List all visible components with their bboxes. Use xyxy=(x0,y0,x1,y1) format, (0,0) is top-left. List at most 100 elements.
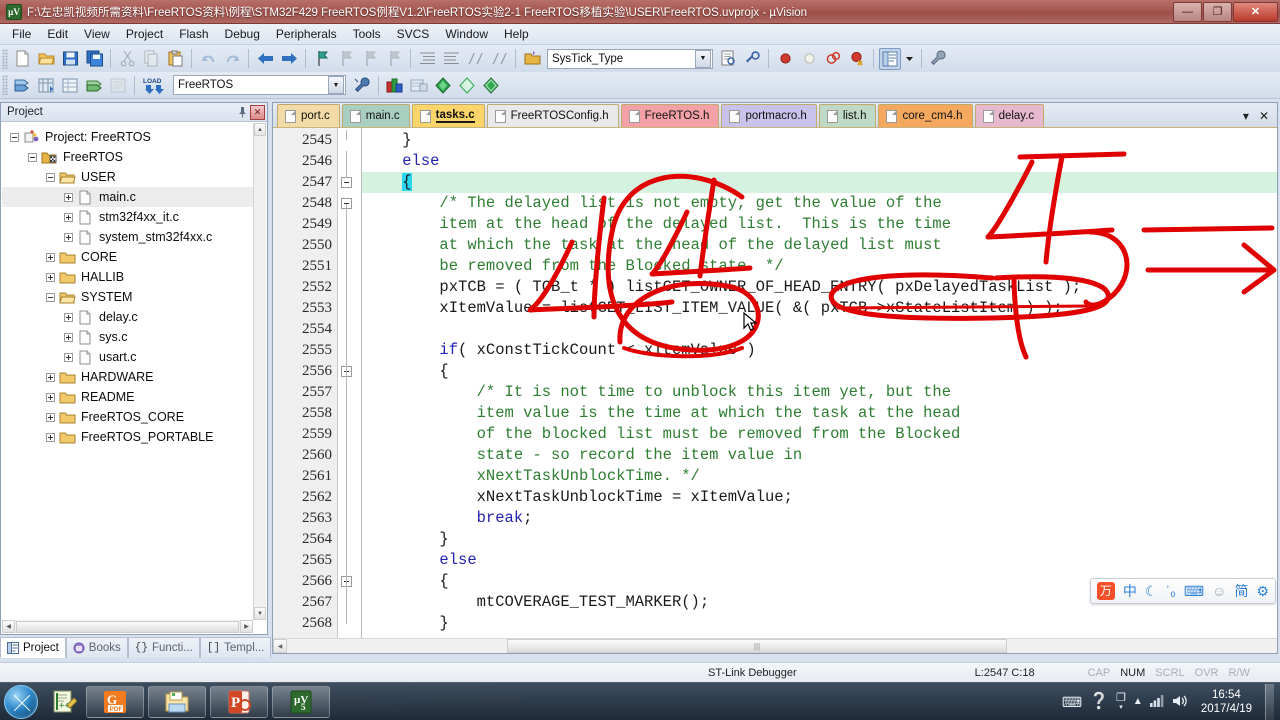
find-in-file-icon[interactable] xyxy=(717,48,739,70)
code-line[interactable]: at which the task at the head of the del… xyxy=(365,235,941,256)
close-button[interactable]: ✕ xyxy=(1233,1,1278,22)
taskbar-notepadpp[interactable]: ++ xyxy=(46,686,82,718)
tree-item-main-c[interactable]: main.c xyxy=(2,187,253,207)
expand-icon[interactable] xyxy=(64,232,73,242)
code-line[interactable]: { xyxy=(365,361,448,382)
hscroll-thumb[interactable]: ||| xyxy=(507,639,1007,653)
toolbar-grip[interactable] xyxy=(2,75,8,95)
show-hidden-icon[interactable]: ▲ xyxy=(1133,696,1143,707)
indent-icon[interactable] xyxy=(416,48,438,70)
code-line[interactable]: { xyxy=(365,571,448,592)
toolbar-grip[interactable] xyxy=(2,48,8,69)
bookmark-clear-icon[interactable] xyxy=(383,48,405,70)
comment-icon[interactable]: // xyxy=(464,48,486,70)
editor-tab-list-h[interactable]: list.h xyxy=(818,104,877,127)
new-file-icon[interactable] xyxy=(11,48,33,70)
voice-icon[interactable]: ʾ₀ xyxy=(1165,584,1175,598)
expand-icon[interactable] xyxy=(64,212,73,222)
taskbar-foxit-pdf[interactable]: G PDF xyxy=(86,685,144,718)
tree-item-hallib[interactable]: HALLIB xyxy=(2,267,253,287)
panel-tab-project[interactable]: Project xyxy=(0,637,66,658)
panel-tab-templates[interactable]: [] Templ... xyxy=(199,637,272,658)
collapse-icon[interactable] xyxy=(28,152,37,162)
ime-toolbar[interactable]: 万 中 ☾ ʾ₀ ⌨ ☺ 简 ⚙ xyxy=(1090,578,1276,604)
code-line[interactable]: if( xConstTickCount < xItemValue ) xyxy=(365,340,755,361)
disable-breakpoint-icon[interactable] xyxy=(822,48,844,70)
help-icon[interactable]: ❔ xyxy=(1089,693,1109,710)
tree-item-project-freertos[interactable]: Project: FreeRTOS xyxy=(2,127,253,147)
user-icon[interactable]: ☺ xyxy=(1212,584,1226,598)
code-folding-bar[interactable] xyxy=(338,128,362,638)
volume-icon[interactable] xyxy=(1172,694,1188,710)
tree-item-stm32f4xx-it-c[interactable]: stm32f4xx_it.c xyxy=(2,207,253,227)
menu-item-tools[interactable]: Tools xyxy=(345,25,389,43)
target-options-icon[interactable] xyxy=(351,74,373,96)
ime-mode-toggle[interactable]: 中 xyxy=(1123,584,1137,598)
network-icon[interactable] xyxy=(1149,694,1165,709)
expand-icon[interactable] xyxy=(64,312,73,322)
expand-icon[interactable] xyxy=(46,372,55,382)
keyboard-icon[interactable]: ⌨ xyxy=(1184,584,1204,598)
save-all-icon[interactable] xyxy=(83,48,105,70)
expand-icon[interactable] xyxy=(46,272,55,282)
ime-logo-icon[interactable]: 万 xyxy=(1097,582,1115,600)
copy-icon[interactable] xyxy=(140,48,162,70)
undo-icon[interactable] xyxy=(197,48,219,70)
menu-item-window[interactable]: Window xyxy=(437,25,496,43)
expand-icon[interactable] xyxy=(64,332,73,342)
build-icon[interactable] xyxy=(11,74,33,96)
tree-item-freertos-core[interactable]: FreeRTOS_CORE xyxy=(2,407,253,427)
code-line[interactable]: { xyxy=(365,172,412,193)
save-icon[interactable] xyxy=(59,48,81,70)
tree-item-freertos[interactable]: FreeRTOS xyxy=(2,147,253,167)
navigate-forward-icon[interactable] xyxy=(278,48,300,70)
rebuild-icon[interactable] xyxy=(35,74,57,96)
debug-start-icon[interactable] xyxy=(432,74,454,96)
collapse-icon[interactable] xyxy=(46,172,55,182)
goto-symbol-icon[interactable] xyxy=(521,48,543,70)
keyboard-icon[interactable]: ⌨ xyxy=(1062,695,1082,709)
code-line[interactable]: break; xyxy=(365,508,533,529)
project-tree[interactable]: Project: FreeRTOS FreeRTOS USER main.c stm32… xyxy=(2,123,253,620)
editor-tab-port-c[interactable]: port.c xyxy=(277,104,340,127)
chevron-down-icon[interactable]: ▾ xyxy=(1243,109,1249,123)
expand-icon[interactable] xyxy=(64,352,73,362)
stop-build-icon[interactable] xyxy=(107,74,129,96)
code-line[interactable]: /* The delayed list is not empty, get th… xyxy=(365,193,941,214)
tree-item-readme[interactable]: README xyxy=(2,387,253,407)
hscroll-track[interactable]: ||| xyxy=(287,639,1277,653)
outdent-icon[interactable] xyxy=(440,48,462,70)
tree-item-system-stm32f4xx-c[interactable]: system_stm32f4xx.c xyxy=(2,227,253,247)
cut-icon[interactable] xyxy=(116,48,138,70)
code-line[interactable]: xNextTaskUnblockTime = xItemValue; xyxy=(365,487,793,508)
bookmark-toggle-icon[interactable] xyxy=(311,48,333,70)
ime-script-toggle[interactable]: 简 xyxy=(1234,584,1248,598)
code-line[interactable]: pxTCB = ( TCB_t * ) listGET_OWNER_OF_HEA… xyxy=(365,277,1081,298)
window-layout-dropdown-icon[interactable] xyxy=(903,48,916,70)
tree-item-freertos-portable[interactable]: FreeRTOS_PORTABLE xyxy=(2,427,253,447)
menu-item-svcs[interactable]: SVCS xyxy=(389,25,438,43)
target-combo[interactable]: FreeRTOS ▼ xyxy=(173,75,346,95)
editor-tab-tasks-c[interactable]: tasks.c xyxy=(411,104,485,127)
chevron-down-icon[interactable]: ▼ xyxy=(328,76,344,94)
tree-item-delay-c[interactable]: delay.c xyxy=(2,307,253,327)
project-tree-vscrollbar[interactable]: ▲ ▼ xyxy=(253,123,266,620)
code-line[interactable]: be removed from the Blocked state. */ xyxy=(365,256,783,277)
code-line[interactable]: } xyxy=(365,529,448,550)
paste-icon[interactable] xyxy=(164,48,186,70)
tree-item-system[interactable]: SYSTEM xyxy=(2,287,253,307)
tree-item-hardware[interactable]: HARDWARE xyxy=(2,367,253,387)
uncomment-icon[interactable]: // xyxy=(488,48,510,70)
insert-breakpoint-icon[interactable] xyxy=(774,48,796,70)
debug-options-icon[interactable] xyxy=(480,74,502,96)
find-in-files-icon[interactable] xyxy=(741,48,763,70)
code-line[interactable]: mtCOVERAGE_TEST_MARKER(); xyxy=(365,592,710,613)
manage-project-items-icon[interactable] xyxy=(408,74,430,96)
code-line[interactable]: item value is the time at which the task… xyxy=(365,403,961,424)
taskbar-uvision[interactable]: µV 5 xyxy=(272,685,330,718)
code-line[interactable]: xNextTaskUnblockTime. */ xyxy=(365,466,700,487)
scroll-down-arrow[interactable]: ▼ xyxy=(254,607,266,620)
menu-item-project[interactable]: Project xyxy=(118,25,171,43)
pin-icon[interactable] xyxy=(235,105,250,120)
panel-tab-books[interactable]: Books xyxy=(65,637,128,658)
